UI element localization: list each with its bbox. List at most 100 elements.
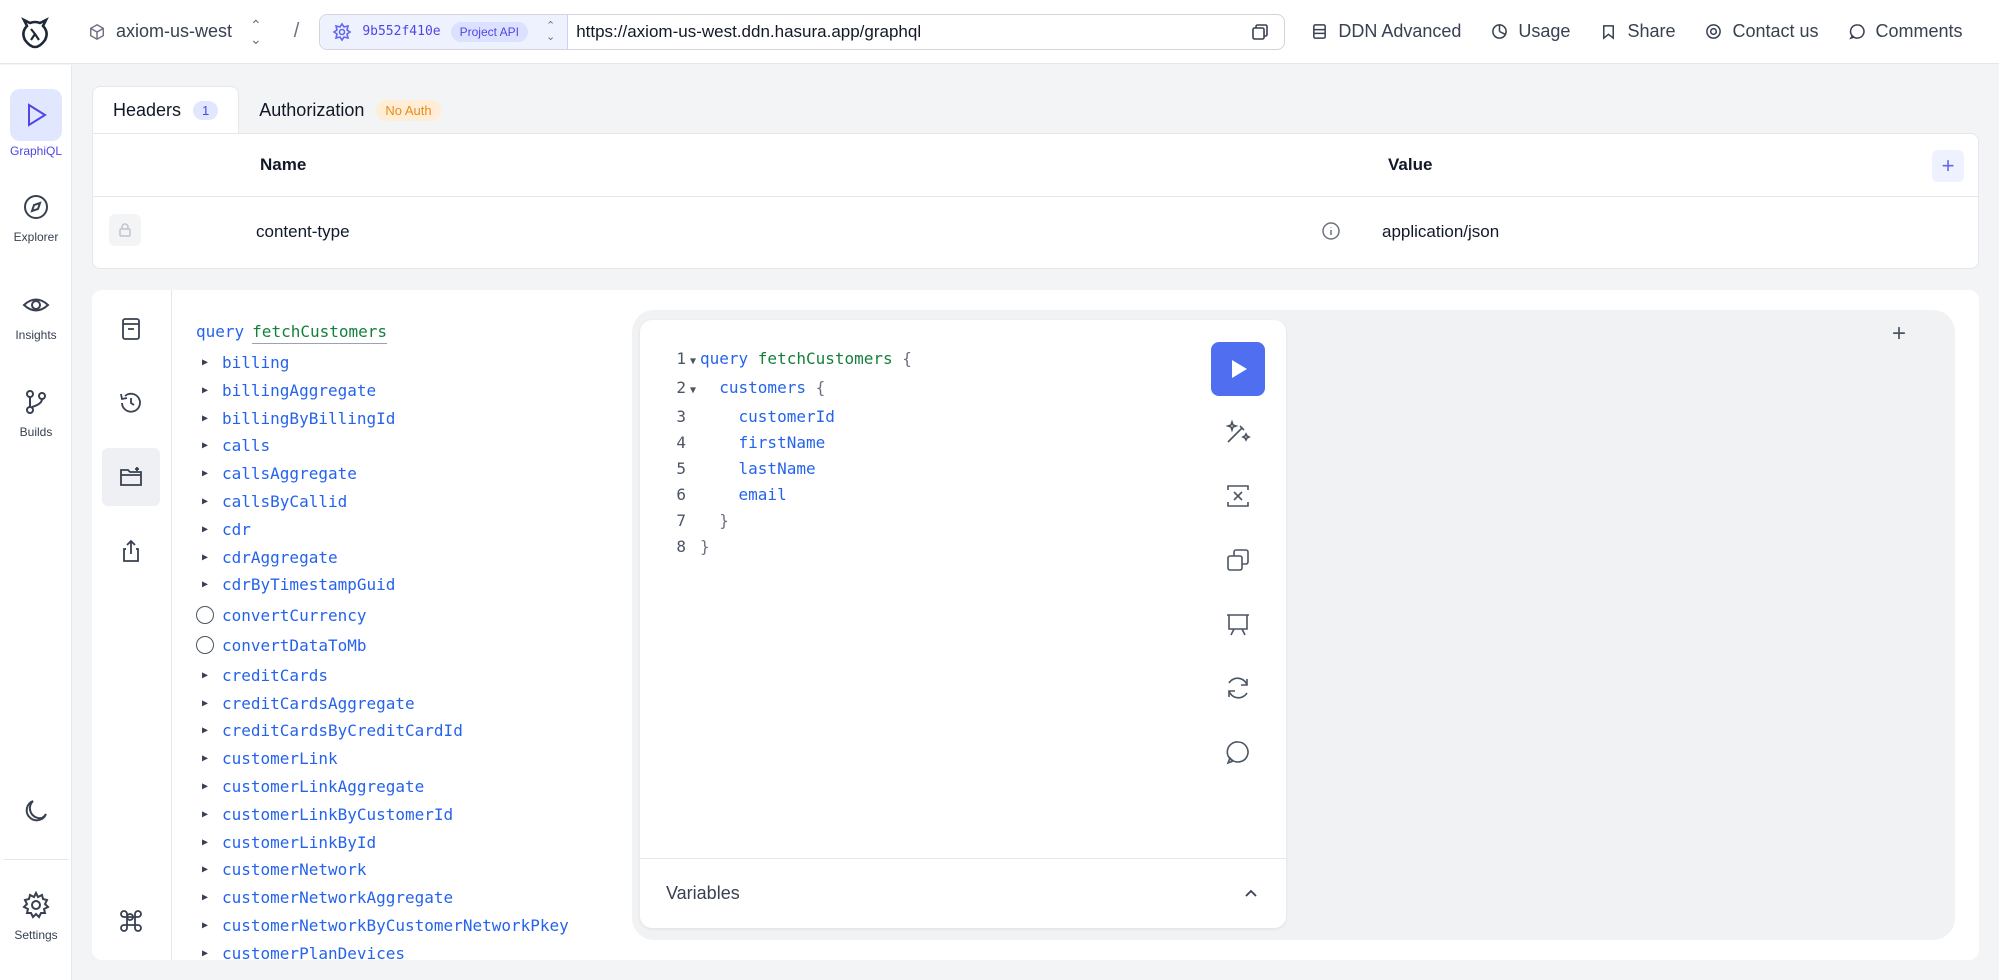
variables-toggle[interactable]: Variables (640, 858, 1286, 928)
explorer-field-item[interactable]: ▶ creditCardsByCreditCardId (196, 721, 463, 740)
code-line: 6 email (668, 482, 912, 508)
build-selector[interactable]: 9b552f410e Project API ⌃ ⌄ (320, 14, 569, 49)
rail-item-insights[interactable]: Insights (0, 285, 72, 342)
rail-item-graphiql[interactable]: GraphiQL (0, 89, 72, 158)
code-token: email (700, 485, 787, 504)
header-name-cell[interactable]: content-type (256, 196, 350, 268)
explorer-field-item[interactable]: ▶ cdrAggregate (196, 548, 338, 567)
explorer-field-item[interactable]: convertCurrency (196, 606, 367, 625)
explorer-field-item[interactable]: ▶ billingAggregate (196, 381, 376, 400)
server-icon (1313, 24, 1327, 39)
explorer-field-label: cdrByTimestampGuid (222, 575, 396, 595)
explorer-field-item[interactable]: ▶ creditCardsAggregate (196, 694, 415, 713)
line-number: 4 (676, 433, 686, 452)
explorer-field-item[interactable]: convertDataToMb (196, 636, 367, 655)
ddn-advanced-link[interactable]: DDN Advanced (1311, 21, 1461, 42)
presentation-button[interactable] (1220, 606, 1256, 642)
explorer-field-item[interactable]: ▶ customerNetwork (196, 860, 367, 879)
comments-label: Comments (1875, 21, 1963, 41)
expand-arrow-icon: ▶ (202, 579, 209, 591)
copy-icon[interactable] (1250, 22, 1270, 42)
expand-arrow-icon: ▶ (202, 919, 209, 931)
expand-arrow-icon: ▶ (202, 697, 209, 709)
explorer-field-label: creditCardsAggregate (222, 693, 415, 713)
code-line: 3 customerId (668, 404, 912, 430)
explorer-field-item[interactable]: ▶ customerNetworkByCustomerNetworkPkey (196, 916, 569, 935)
rail-label-graphiql: GraphiQL (9, 144, 63, 158)
code-line: 8} (668, 534, 912, 560)
rail-item-builds[interactable]: Builds (0, 382, 72, 439)
shortcuts-button[interactable] (102, 892, 160, 950)
header-value-cell[interactable]: application/json (1382, 196, 1499, 268)
explorer-field-label: customerLink (222, 749, 338, 769)
docs-button[interactable] (102, 300, 160, 358)
graphql-endpoint-url[interactable]: https://axiom-us-west.ddn.hasura.app/gra… (568, 22, 1250, 42)
query-keyword: query (196, 322, 245, 341)
new-tab-button[interactable]: + (1892, 320, 1906, 348)
explorer-field-label: billingByBillingId (222, 408, 396, 428)
rail-label-insights: Insights (15, 328, 57, 342)
explorer-field-item[interactable]: ▶ customerNetworkAggregate (196, 888, 453, 907)
explorer-field-item[interactable]: ▶ billingByBillingId (196, 409, 395, 428)
explorer-field-item[interactable]: ▶ customerLink (196, 749, 338, 768)
fold-arrow-icon[interactable]: ▼ (686, 349, 700, 375)
header-tabs: Headers 1 Authorization No Auth (92, 86, 461, 134)
explorer-field-item[interactable]: ▶ customerLinkByCustomerId (196, 805, 453, 824)
refetch-schema-button[interactable] (1220, 670, 1256, 706)
expand-arrow-icon: ▶ (202, 496, 209, 507)
explorer-button[interactable] (102, 448, 160, 506)
explorer-field-label: customerNetworkAggregate (222, 888, 454, 908)
explorer-field-item[interactable]: ▶ customerLinkAggregate (196, 777, 424, 796)
git-branch-icon (26, 390, 46, 414)
explorer-field-item[interactable]: ▶ callsAggregate (196, 464, 357, 483)
project-selector[interactable]: axiom-us-west ⌃ ⌄ (88, 18, 262, 46)
explorer-field-item[interactable]: ▶ customerPlanDevices (196, 944, 405, 960)
dark-mode-toggle[interactable] (0, 791, 72, 831)
usage-link[interactable]: Usage (1491, 21, 1570, 42)
top-bar: axiom-us-west ⌃ ⌄ / 9b552f410e Project AP… (0, 0, 1999, 64)
history-button[interactable] (102, 374, 160, 432)
operation-name-field[interactable]: fetchCustomers (252, 322, 388, 344)
top-links: DDN Advanced Usage Share Contact us Comm… (1311, 21, 1963, 42)
explorer-field-item[interactable]: ▶ cdrByTimestampGuid (196, 575, 395, 594)
explorer-field-item[interactable]: ▶ calls (196, 436, 270, 455)
hasura-logo-icon[interactable] (0, 0, 70, 64)
chevron-up-down-icon: ⌃ ⌄ (545, 19, 556, 43)
explorer-field-item[interactable]: ▶ cdr (196, 520, 251, 539)
feedback-button[interactable] (1220, 734, 1256, 770)
query-editor[interactable]: 1 ▼ query fetchCustomers {2 ▼ customers {3 … (668, 346, 912, 560)
merge-fragments-button[interactable] (1220, 478, 1256, 514)
expand-arrow-icon: ▶ (202, 468, 209, 480)
rail-item-explorer[interactable]: Explorer (0, 187, 72, 244)
fold-arrow-icon[interactable]: ▼ (686, 378, 700, 404)
rail-label-settings: Settings (14, 928, 58, 942)
explorer-field-label: customerNetwork (222, 860, 367, 880)
prettify-button[interactable] (1220, 414, 1256, 450)
lock-icon[interactable] (109, 214, 141, 246)
line-number: 5 (676, 459, 686, 478)
explorer-field-item[interactable]: ▶ customerLinkById (196, 833, 376, 852)
tab-authorization[interactable]: Authorization No Auth (239, 86, 460, 134)
explorer-field-item[interactable]: ▶ billing (196, 353, 289, 372)
explorer-field-label: cdr (222, 519, 251, 539)
tab-headers[interactable]: Headers 1 (92, 86, 240, 134)
add-header-button[interactable]: + (1932, 150, 1964, 182)
comment-icon (1848, 24, 1865, 40)
comments-link[interactable]: Comments (1848, 21, 1963, 42)
run-query-button[interactable] (1211, 342, 1265, 396)
explorer-field-item[interactable]: ▶ creditCards (196, 666, 328, 685)
column-header-value: Value (1388, 155, 1433, 174)
rail-item-settings[interactable]: Settings (0, 885, 72, 942)
share-link[interactable]: Share (1600, 21, 1675, 42)
code-token: } (700, 537, 710, 556)
info-icon[interactable] (1321, 221, 1341, 241)
contact-us-link[interactable]: Contact us (1705, 21, 1819, 42)
breadcrumb-separator: / (293, 20, 300, 42)
export-button[interactable] (102, 522, 160, 580)
explorer-field-item[interactable]: ▶ callsByCallid (196, 492, 347, 511)
copy-query-button[interactable] (1220, 542, 1256, 578)
code-token: { (892, 349, 912, 368)
merge-icon (1227, 485, 1249, 507)
code-token: lastName (700, 459, 816, 478)
explorer-field-label: callsAggregate (222, 464, 357, 484)
